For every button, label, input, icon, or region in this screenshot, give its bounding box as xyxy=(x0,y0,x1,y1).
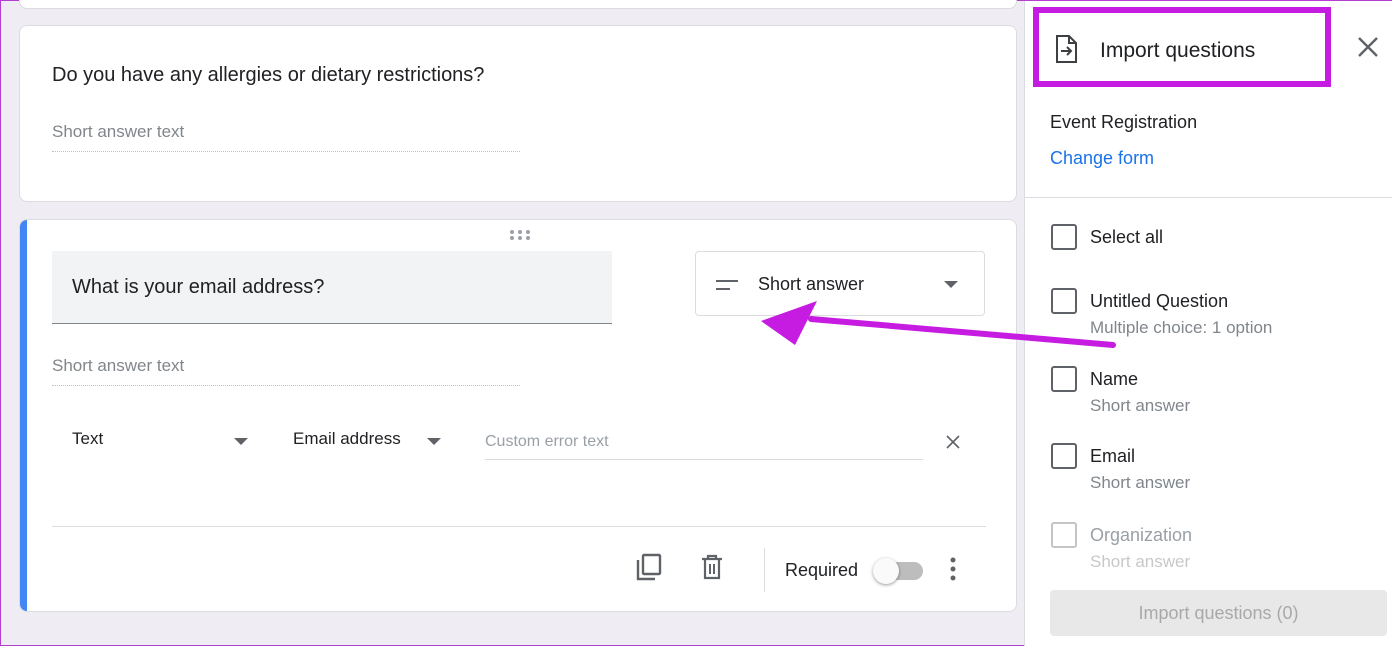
question-title-input[interactable]: What is your email address? xyxy=(52,251,612,324)
required-toggle-thumb[interactable] xyxy=(873,558,899,584)
annotation-arrow-icon xyxy=(761,301,1116,348)
short-answer-placeholder: Short answer text xyxy=(52,122,520,152)
question-checkbox[interactable] xyxy=(1051,366,1077,392)
card-footer-divider xyxy=(52,526,986,527)
drag-handle-icon[interactable] xyxy=(509,229,531,241)
duplicate-icon[interactable] xyxy=(635,553,663,581)
import-document-icon xyxy=(1056,35,1077,63)
question-item-title: Email xyxy=(1090,446,1136,466)
question-item-title: Organization xyxy=(1090,525,1193,545)
chevron-down-icon[interactable] xyxy=(234,438,248,445)
question-type-label: Short answer xyxy=(758,274,865,294)
change-form-link[interactable]: Change form xyxy=(1050,148,1154,169)
select-all-checkbox[interactable] xyxy=(1051,224,1077,250)
more-options-icon[interactable] xyxy=(948,556,958,582)
validation-type-dropdown[interactable]: Text xyxy=(72,429,103,449)
validation-condition-dropdown[interactable]: Email address xyxy=(293,429,401,449)
question-item-subtitle: Short answer xyxy=(1090,396,1191,415)
required-label: Required xyxy=(785,560,859,580)
question-card-allergies[interactable]: Do you have any allergies or dietary res… xyxy=(19,25,1017,202)
question-checkbox[interactable] xyxy=(1051,443,1077,469)
question-title-text: What is your email address? xyxy=(72,276,325,298)
question-item-title: Name xyxy=(1090,369,1139,389)
panel-divider xyxy=(1025,197,1392,198)
select-all-label: Select all xyxy=(1090,227,1164,247)
panel-title: Import questions xyxy=(1100,39,1256,62)
source-form-name: Event Registration xyxy=(1050,112,1198,132)
question-item-subtitle: Short answer xyxy=(1090,552,1191,571)
question-title: Do you have any allergies or dietary res… xyxy=(52,64,485,86)
import-questions-button[interactable]: Import questions (0) xyxy=(1050,590,1387,636)
question-checkbox[interactable] xyxy=(1051,522,1077,548)
chevron-down-icon[interactable] xyxy=(427,438,441,445)
close-icon[interactable] xyxy=(946,435,960,449)
question-card-email[interactable]: What is your email address? Short answer… xyxy=(19,219,1017,612)
delete-icon[interactable] xyxy=(698,553,726,581)
chevron-down-icon xyxy=(944,281,958,288)
question-item-subtitle: Short answer xyxy=(1090,473,1191,492)
short-answer-placeholder: Short answer text xyxy=(52,356,520,386)
previous-question-card xyxy=(19,0,1017,9)
panel-header-highlight: Import questions xyxy=(1033,7,1331,87)
active-card-accent xyxy=(20,220,27,611)
custom-error-input[interactable]: Custom error text xyxy=(485,428,923,460)
footer-separator xyxy=(764,548,765,592)
short-answer-icon xyxy=(716,280,738,290)
close-panel-icon[interactable] xyxy=(1355,34,1381,60)
